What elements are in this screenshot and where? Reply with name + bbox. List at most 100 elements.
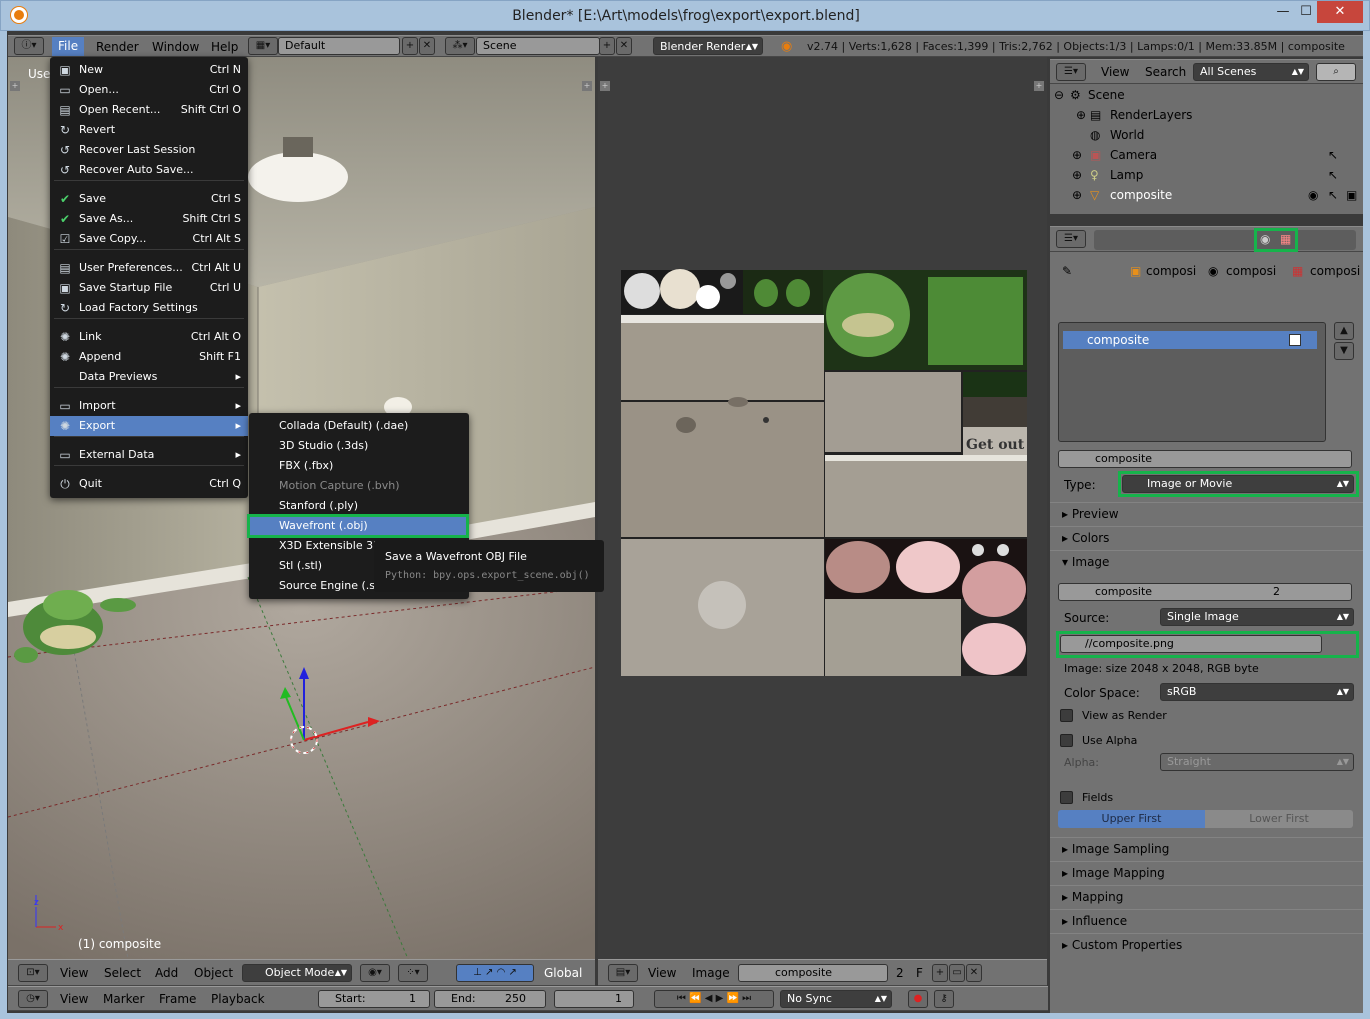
outliner-row-lamp[interactable]: ⊕ ♀ Lamp ↖	[1050, 165, 1363, 185]
playback-controls-icon[interactable]: ⏮ ⏪ ◀ ▶ ⏩ ⏭	[654, 990, 774, 1008]
texture-name-field[interactable]: composite	[1058, 450, 1352, 468]
image-filepath-field[interactable]: //composite.png	[1060, 635, 1322, 653]
remove-scene-icon[interactable]: ✕	[616, 37, 632, 55]
menu-file[interactable]: File	[52, 37, 85, 56]
outliner-menu-search[interactable]: Search	[1145, 65, 1186, 79]
menu-render[interactable]: Render	[96, 37, 139, 57]
layout-field[interactable]: Default	[278, 37, 400, 55]
expand-icon[interactable]: ⊕	[1072, 165, 1082, 185]
file-menu-item-revert[interactable]: ↻ Revert	[50, 120, 248, 140]
panel-preview[interactable]: ▸ Preview	[1050, 502, 1363, 524]
layout-type-icon[interactable]: ▦▾	[248, 37, 278, 55]
texture-tab-icon[interactable]: ▦	[1280, 232, 1291, 246]
file-menu-item-data-previews[interactable]: Data Previews ▸	[50, 367, 248, 387]
start-frame-field[interactable]: Start: 1	[318, 990, 430, 1008]
timeline-editor-type-icon[interactable]: ◷▾	[18, 990, 48, 1008]
outliner-filter-dropdown[interactable]: All Scenes ▲▼	[1193, 63, 1309, 81]
view-as-render-checkbox[interactable]	[1060, 709, 1073, 722]
export-item-stanford-ply[interactable]: Stanford (.ply)	[249, 496, 469, 516]
restrict-render-icon[interactable]: ▣	[1346, 185, 1357, 205]
file-menu-item-open[interactable]: ▭ Open... Ctrl O	[50, 80, 248, 100]
file-menu-item-append[interactable]: ✺ Append Shift F1	[50, 347, 248, 367]
pivot-point-icon[interactable]: ⁘▾	[398, 964, 428, 982]
file-menu-item-new[interactable]: ▣ New Ctrl N	[50, 60, 248, 80]
panel-image-sampling[interactable]: ▸ Image Sampling	[1050, 837, 1363, 859]
file-menu-item-external-data[interactable]: ▭ External Data ▸	[50, 445, 248, 465]
file-menu-item-save-copy[interactable]: ☑ Save Copy... Ctrl Alt S	[50, 229, 248, 249]
texture-slot-active[interactable]: composite	[1063, 331, 1317, 349]
end-frame-field[interactable]: End: 250	[434, 990, 546, 1008]
image-datablock-field[interactable]: composite 2	[1058, 583, 1352, 601]
viewport-right-add-icon[interactable]: +	[582, 81, 592, 91]
3d-menu-view[interactable]: View	[60, 966, 88, 980]
lower-first-button[interactable]: Lower First	[1205, 810, 1353, 828]
properties-editor-type-icon[interactable]: ☰▾	[1056, 230, 1086, 248]
type-dropdown[interactable]: Image or Movie ▲▼	[1122, 475, 1354, 493]
source-dropdown[interactable]: Single Image ▲▼	[1160, 608, 1354, 626]
object-mode-dropdown[interactable]: Object Mode ▲▼	[242, 964, 352, 982]
export-item-fbx-fbx[interactable]: FBX (.fbx)	[249, 456, 469, 476]
3d-editor-type-icon[interactable]: ⊡▾	[18, 964, 48, 982]
material-tab-icon[interactable]: ◉	[1260, 232, 1270, 246]
panel-image[interactable]: ▾ Image	[1050, 550, 1363, 572]
scene-type-icon[interactable]: ⁂▾	[445, 37, 475, 55]
record-icon[interactable]: ●	[908, 990, 928, 1008]
panel-image-mapping[interactable]: ▸ Image Mapping	[1050, 861, 1363, 883]
upper-first-button[interactable]: Upper First	[1058, 810, 1205, 828]
sync-dropdown[interactable]: No Sync ▲▼	[780, 990, 892, 1008]
uv-unlink-icon[interactable]: ✕	[966, 964, 982, 982]
file-menu-item-save-startup-file[interactable]: ▣ Save Startup File Ctrl U	[50, 278, 248, 298]
file-menu-item-recover-auto-save[interactable]: ↺ Recover Auto Save...	[50, 160, 248, 180]
outliner-search-icon[interactable]: ⌕	[1316, 63, 1356, 81]
uv-right-add-icon[interactable]: +	[1034, 81, 1044, 91]
file-menu-item-export[interactable]: ✺ Export ▸	[50, 416, 248, 436]
add-layout-icon[interactable]: +	[402, 37, 418, 55]
collapse-icon[interactable]: ⊖	[1054, 85, 1064, 105]
pin-icon[interactable]: ✎	[1062, 264, 1072, 278]
outliner-row-world[interactable]: ◍ World	[1050, 125, 1363, 145]
panel-mapping[interactable]: ▸ Mapping	[1050, 885, 1363, 907]
uv-menu-view[interactable]: View	[648, 966, 676, 980]
file-menu-item-link[interactable]: ✺ Link Ctrl Alt O	[50, 327, 248, 347]
slot-move-up-icon[interactable]: ▲	[1334, 322, 1354, 340]
uv-image-editor[interactable]: Get out + +	[598, 57, 1047, 959]
expand-icon[interactable]: ⊕	[1072, 145, 1082, 165]
file-menu-item-user-preferences[interactable]: ▤ User Preferences... Ctrl Alt U	[50, 258, 248, 278]
fields-checkbox[interactable]	[1060, 791, 1073, 804]
file-menu-item-load-factory-settings[interactable]: ↻ Load Factory Settings	[50, 298, 248, 318]
restrict-select-icon[interactable]: ↖	[1328, 185, 1338, 205]
outliner-row-scene[interactable]: ⊖ ⚙ Scene	[1050, 85, 1363, 105]
slot-move-down-icon[interactable]: ▼	[1334, 342, 1354, 360]
file-menu-item-save-as[interactable]: ✔ Save As... Shift Ctrl S	[50, 209, 248, 229]
uv-fake-user[interactable]: F	[916, 966, 923, 980]
uv-menu-image[interactable]: Image	[692, 966, 730, 980]
export-item-collada-default-dae[interactable]: Collada (Default) (.dae)	[249, 416, 469, 436]
texture-slot-checkbox[interactable]	[1289, 334, 1301, 346]
expand-icon[interactable]: ⊕	[1076, 105, 1086, 125]
use-alpha-checkbox[interactable]	[1060, 734, 1073, 747]
uv-image-field[interactable]: composite	[738, 964, 888, 982]
uv-editor-type-icon[interactable]: ▤▾	[608, 964, 638, 982]
viewport-shading-icon[interactable]: ◉▾	[360, 964, 390, 982]
uv-add-image-icon[interactable]: +	[932, 964, 948, 982]
uv-add-area-icon[interactable]: +	[600, 81, 610, 91]
3d-menu-select[interactable]: Select	[104, 966, 141, 980]
file-menu-item-import[interactable]: ▭ Import ▸	[50, 396, 248, 416]
file-menu-item-open-recent[interactable]: ▤ Open Recent... Shift Ctrl O	[50, 100, 248, 120]
uv-open-image-icon[interactable]: ▭	[949, 964, 965, 982]
texture-slot-list[interactable]: composite	[1058, 322, 1326, 442]
alpha-dropdown[interactable]: Straight ▲▼	[1160, 753, 1354, 771]
outliner-row-composite[interactable]: ⊕ ▽ composite ◉ ↖ ▣	[1050, 185, 1363, 205]
remove-layout-icon[interactable]: ✕	[419, 37, 435, 55]
scene-field[interactable]: Scene	[476, 37, 600, 55]
add-scene-icon[interactable]: +	[599, 37, 615, 55]
editor-type-info-icon[interactable]: ⓘ▾	[14, 37, 44, 55]
colorspace-dropdown[interactable]: sRGB ▲▼	[1160, 683, 1354, 701]
panel-influence[interactable]: ▸ Influence	[1050, 909, 1363, 931]
panel-colors[interactable]: ▸ Colors	[1050, 526, 1363, 548]
viewport-add-area-icon[interactable]: +	[10, 81, 20, 91]
file-menu-item-quit[interactable]: ⏻ Quit Ctrl Q	[50, 474, 248, 494]
timeline-menu-marker[interactable]: Marker	[103, 992, 144, 1006]
outliner-row-camera[interactable]: ⊕ ▣ Camera ↖	[1050, 145, 1363, 165]
menu-help[interactable]: Help	[211, 37, 238, 57]
